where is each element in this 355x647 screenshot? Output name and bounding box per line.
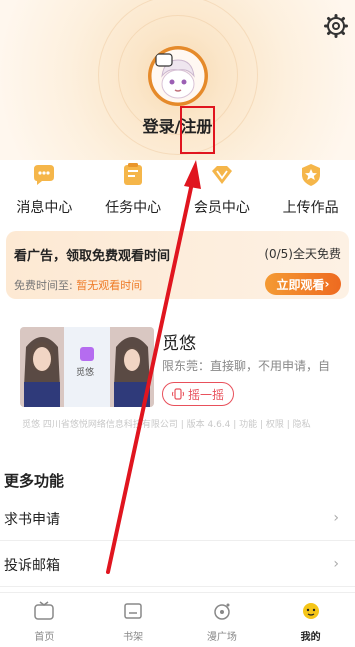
comic-square-icon [214,603,230,620]
chevron-right-icon: › [333,556,339,572]
quick-action-upload-works[interactable]: 上传作品 [266,160,355,220]
promo-description: 限东莞：直接聊，不用申请，自 [162,359,331,373]
book-request-row[interactable]: 求书申请 › [0,497,355,541]
mine-face-icon [302,603,319,619]
shake-button[interactable]: 摇一摇 [162,382,234,406]
promo-footer-note: 觅悠 四川省悠悦网络信息科技有限公司 | 版本 4.6.4 | 功能 | 权限 … [22,420,311,430]
shake-icon [171,388,184,400]
watch-ad-card: 看广告，领取免费观看时间 (0/5)全天免费 免费时间至: 暂无观看时间 立即观… [6,231,349,299]
bookshelf-icon [124,603,142,619]
quick-action-message-center[interactable]: 消息中心 [0,160,89,220]
home-tv-icon [34,601,55,620]
quick-action-label: 任务中心 [105,200,162,216]
task-icon [118,160,148,190]
bottom-tab-bar: 首页 书架 漫广场 我的 [0,592,355,647]
promo-banner[interactable]: 觅悠 觅悠 限东莞：直接聊，不用申请，自 摇一摇 [20,327,340,409]
quick-action-label: 上传作品 [282,200,339,216]
promo-image: 觅悠 [20,327,154,407]
tab-label: 首页 [34,632,55,643]
row-label: 投诉邮箱 [4,558,60,574]
chevron-right-icon: › [324,277,330,291]
message-icon [29,160,59,190]
quick-action-label: 会员中心 [193,200,250,216]
chevron-right-icon: › [333,510,339,526]
tab-label: 书架 [123,632,144,643]
tab-label: 我的 [300,632,321,643]
settings-gear-icon[interactable] [324,14,348,38]
quick-actions-row: 消息中心 任务中心 会员中心 上传作品 [0,160,355,220]
row-label: 求书申请 [4,512,60,528]
promo-app-name: 觅悠 [76,368,95,378]
tab-bookshelf[interactable]: 书架 [89,593,178,647]
complaint-email-row[interactable]: 投诉邮箱 › [0,543,355,587]
annotation-highlight-box [180,106,215,154]
more-functions-title: 更多功能 [4,472,65,490]
free-time-label: 免费时间至: [14,279,73,292]
ad-watch-count: (0/5)全天免费 [264,247,341,261]
quick-action-label: 消息中心 [16,200,73,216]
quick-action-vip-center[interactable]: 会员中心 [178,160,267,220]
upload-icon [296,160,326,190]
quick-action-task-center[interactable]: 任务中心 [89,160,178,220]
free-time-info: 免费时间至: 暂无观看时间 [14,277,142,293]
ad-card-title: 看广告，领取免费观看时间 [14,249,171,264]
free-time-value: 暂无观看时间 [76,279,143,292]
watch-now-button[interactable]: 立即观看 › [265,273,341,295]
shake-label: 摇一摇 [187,387,224,402]
vip-icon [207,160,237,190]
login-register-link[interactable]: 登录/注册 [0,113,355,137]
tab-home[interactable]: 首页 [0,593,89,647]
promo-title: 觅悠 [162,334,196,354]
tab-comic-square[interactable]: 漫广场 [178,593,267,647]
watch-now-label: 立即观看 [276,277,325,292]
tab-mine[interactable]: 我的 [266,593,355,647]
tab-label: 漫广场 [206,632,237,643]
user-avatar[interactable] [148,46,208,106]
